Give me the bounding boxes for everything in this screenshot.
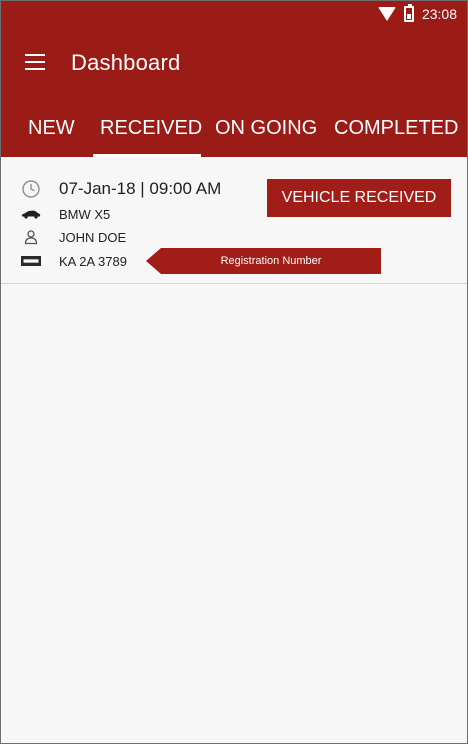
- vehicle-card[interactable]: 07-Jan-18 | 09:00 AM BMW X5 JOHN DOE KA …: [1, 157, 467, 284]
- license-plate-icon: [21, 251, 41, 271]
- phone-frame: 23:08 Dashboard NEW RECEIVED ON GOING CO…: [0, 0, 468, 744]
- vehicle-list: 07-Jan-18 | 09:00 AM BMW X5 JOHN DOE KA …: [1, 157, 467, 743]
- vehicle-received-button[interactable]: VEHICLE RECEIVED: [267, 179, 451, 217]
- registration-number: KA 2A 3789: [59, 253, 127, 269]
- tab-completed[interactable]: COMPLETED: [334, 117, 458, 140]
- owner-name: JOHN DOE: [59, 229, 127, 245]
- wifi-icon: [377, 7, 396, 21]
- page-title: Dashboard: [71, 50, 181, 75]
- battery-icon: [403, 4, 414, 22]
- hamburger-icon[interactable]: [25, 54, 45, 70]
- model-row: BMW X5: [21, 204, 110, 224]
- clock-icon: [21, 179, 41, 199]
- callout-label: Registration Number: [161, 248, 381, 274]
- status-time: 23:08: [421, 6, 457, 22]
- registration-callout: Registration Number: [146, 248, 381, 274]
- callout-arrow: [146, 248, 161, 274]
- car-icon: [21, 204, 41, 224]
- tab-bar: NEW RECEIVED ON GOING COMPLETED: [1, 93, 467, 157]
- vehicle-model: BMW X5: [59, 206, 111, 222]
- status-bar: 23:08: [1, 1, 467, 31]
- tab-ongoing[interactable]: ON GOING: [215, 117, 317, 140]
- tab-new[interactable]: NEW: [28, 117, 75, 140]
- registration-row: KA 2A 3789: [21, 251, 127, 271]
- user-icon: [21, 227, 41, 247]
- tab-received[interactable]: RECEIVED: [100, 117, 202, 140]
- datetime-label: 07-Jan-18 | 09:00 AM: [59, 179, 222, 198]
- datetime-row: 07-Jan-18 | 09:00 AM: [21, 179, 221, 199]
- app-bar: Dashboard: [1, 31, 467, 93]
- owner-row: JOHN DOE: [21, 227, 126, 247]
